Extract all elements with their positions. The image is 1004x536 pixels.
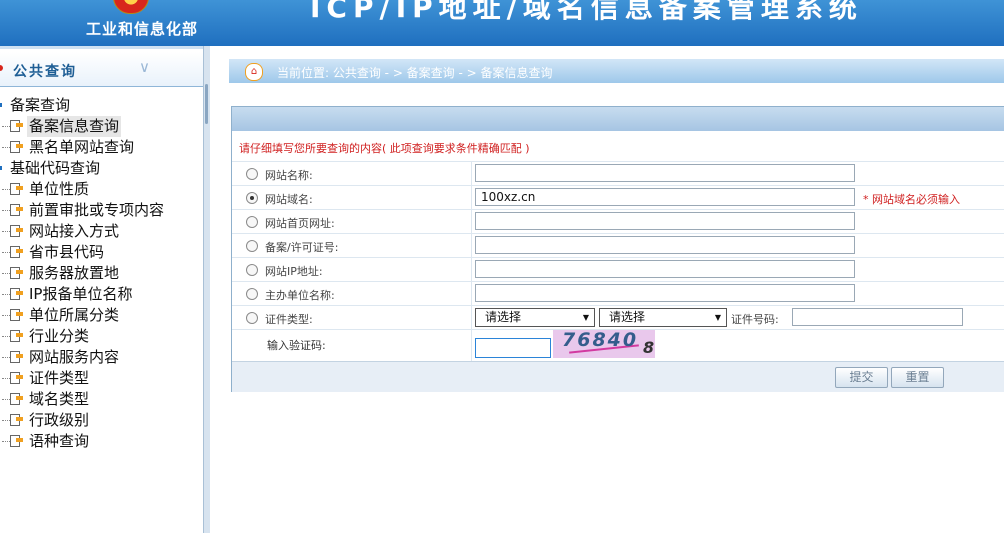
sidebar: 公共查询 ∨ 备案查询 备案信息查询 黑名单网站查询 基础代码查询 单位性质 前… (0, 46, 203, 536)
document-icon (10, 141, 23, 153)
tree-item-label: 黑名单网站查询 (29, 138, 135, 156)
ministry-name: 工业和信息化部 (86, 20, 199, 38)
document-icon (10, 414, 23, 426)
document-icon (10, 225, 23, 237)
breadcrumb: ⌂ 当前位置: 公共查询 - > 备案查询 - > 备案信息查询 (229, 59, 1004, 83)
splitter-handle[interactable] (205, 84, 208, 124)
form-row-license-no: 备案/许可证号: (232, 233, 1004, 258)
captcha-code: 76840 (562, 330, 639, 351)
tree-item-label: 行业分类 (29, 327, 90, 345)
form-title-bar (232, 107, 1004, 131)
query-form-panel: 请仔细填写您所要查询的内容( 此项查询要求条件精确匹配 ) 网站名称: 网站域名… (231, 106, 1004, 392)
tree-item-label: 域名类型 (29, 390, 90, 408)
radio-site-name[interactable] (246, 168, 258, 180)
field-label: 备案/许可证号: (265, 241, 339, 254)
tree-item-label: 前置审批或专项内容 (29, 201, 165, 219)
field-label: 网站首页网址: (265, 217, 335, 230)
document-icon (10, 288, 23, 300)
select-value: 请选择 (609, 310, 646, 324)
tree-item-label: 网站接入方式 (29, 222, 120, 240)
submit-button[interactable]: 提交 (835, 367, 888, 388)
dropdown-arrow-icon: ▼ (714, 313, 721, 322)
sidebar-splitter[interactable] (203, 46, 210, 533)
required-note: * 网站域名必须输入 (863, 193, 960, 206)
form-row-organizer: 主办单位名称: (232, 281, 1004, 306)
organizer-input[interactable] (475, 284, 855, 302)
tree-item-label: 备案信息查询 (27, 116, 122, 137)
captcha-input[interactable] (475, 338, 551, 358)
home-icon[interactable]: ⌂ (245, 63, 263, 81)
form-row-captcha: 输入验证码: 76840 8 (232, 329, 1004, 362)
tree-group-label: 基础代码查询 (10, 159, 101, 177)
field-label: 网站IP地址: (265, 265, 323, 278)
form-row-homepage-url: 网站首页网址: (232, 209, 1004, 234)
document-icon (10, 393, 23, 405)
document-icon (10, 309, 23, 321)
sidebar-section-header[interactable]: 公共查询 ∨ (0, 52, 203, 87)
national-emblem-icon (113, 0, 149, 14)
breadcrumb-text: 当前位置: 公共查询 - > 备案查询 - > 备案信息查询 (277, 66, 553, 80)
field-label: 网站名称: (265, 169, 313, 182)
site-name-input[interactable] (475, 164, 855, 182)
radio-organizer[interactable] (246, 288, 258, 300)
document-icon (10, 435, 23, 447)
tree-item-label: 服务器放置地 (29, 264, 120, 282)
form-row-domain: 网站域名: 100xz.cn * 网站域名必须输入 (232, 185, 1004, 210)
sidebar-section-title: 公共查询 (13, 64, 77, 80)
ip-address-input[interactable] (475, 260, 855, 278)
field-label: 主办单位名称: (265, 289, 335, 302)
tree-group-filing-query[interactable]: 备案查询 (0, 95, 70, 116)
radio-domain[interactable] (246, 192, 258, 204)
cert-number-input[interactable] (792, 308, 963, 326)
tree-item-label: 单位所属分类 (29, 306, 120, 324)
select-value: 请选择 (485, 310, 522, 324)
captcha-image[interactable]: 76840 8 (553, 330, 655, 358)
field-label: 证件类型: (265, 313, 313, 326)
reset-button[interactable]: 重置 (891, 367, 944, 388)
dropdown-arrow-icon: ▼ (582, 313, 589, 322)
field-label: 网站域名: (265, 193, 313, 206)
tree-item-label: 语种查询 (29, 432, 90, 450)
tree-item-label: 证件类型 (29, 369, 90, 387)
tree-item-label: IP报备单位名称 (29, 285, 133, 303)
document-icon (10, 204, 23, 216)
form-row-cert-type: 证件类型: 请选择 ▼ 请选择 ▼ 证件号码: (232, 305, 1004, 330)
radio-homepage-url[interactable] (246, 216, 258, 228)
document-icon (10, 183, 23, 195)
radio-ip-address[interactable] (246, 264, 258, 276)
cert-type-select-2[interactable]: 请选择 ▼ (599, 308, 727, 327)
cert-type-select-1[interactable]: 请选择 ▼ (475, 308, 595, 327)
form-row-ip-address: 网站IP地址: (232, 257, 1004, 282)
tree-item-label: 省市县代码 (29, 243, 105, 261)
system-title: ICP/IP地址/域名信息备案管理系统 (310, 0, 863, 24)
document-icon (10, 246, 23, 258)
form-button-bar: 提交 重置 (232, 361, 1004, 392)
captcha-label: 输入验证码: (267, 339, 326, 352)
tree-item-label: 单位性质 (29, 180, 90, 198)
document-icon (10, 372, 23, 384)
header-banner: 工业和信息化部 ICP/IP地址/域名信息备案管理系统 (0, 0, 1004, 46)
homepage-url-input[interactable] (475, 212, 855, 230)
document-icon (10, 330, 23, 342)
license-no-input[interactable] (475, 236, 855, 254)
form-row-site-name: 网站名称: (232, 161, 1004, 186)
tree-group-basic-code-query[interactable]: 基础代码查询 (0, 158, 100, 179)
radio-license-no[interactable] (246, 240, 258, 252)
tree-item-label: 网站服务内容 (29, 348, 120, 366)
document-icon (10, 267, 23, 279)
document-icon (10, 120, 23, 132)
cert-number-label: 证件号码: (731, 313, 779, 326)
captcha-extra: 8 (643, 338, 655, 357)
tree-group-label: 备案查询 (10, 96, 71, 114)
tree-item-label: 行政级别 (29, 411, 90, 429)
chevron-down-icon[interactable]: ∨ (139, 58, 150, 76)
document-icon (10, 351, 23, 363)
bullet-icon (0, 65, 3, 71)
radio-cert-type[interactable] (246, 312, 258, 324)
form-hint: 请仔细填写您所要查询的内容( 此项查询要求条件精确匹配 ) (239, 142, 530, 155)
domain-input[interactable]: 100xz.cn (475, 188, 855, 206)
